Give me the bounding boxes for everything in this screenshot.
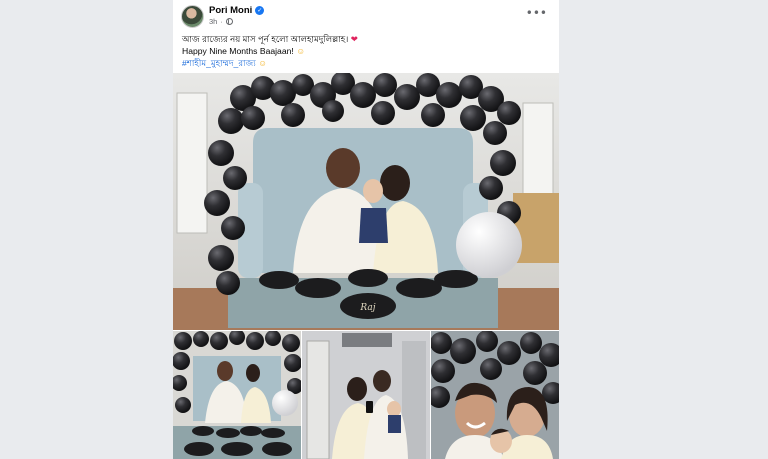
smile-emoji-icon: ☺ (296, 46, 305, 56)
meta-separator: · (220, 17, 223, 26)
post-caption: আজ রাজ্যের নয় মাস পূর্ন হলো আলহামদুলিল্… (182, 33, 552, 69)
caption-line-3: #শাহীম_মুহাম্মদ_রাজ্য ☺ (182, 57, 552, 69)
post-meta: 3h · (209, 17, 233, 26)
heart-emoji-icon: ❤ (350, 34, 358, 44)
hashtag-link[interactable]: #শাহীম_মুহাম্মদ_রাজ্য (182, 58, 258, 68)
more-options-icon[interactable]: ••• (526, 6, 547, 20)
verified-badge-icon: ✓ (255, 6, 265, 15)
avatar[interactable] (181, 5, 204, 28)
caption-line-2: Happy Nine Months Baajaan! ☺ (182, 45, 552, 57)
author-row: Pori Moni ✓ (209, 5, 265, 16)
post-time[interactable]: 3h (209, 17, 217, 26)
cake-lettering: Raj (359, 303, 375, 313)
globe-icon (225, 18, 233, 25)
facebook-post: Pori Moni ✓ 3h · ••• আজ রাজ্যের নয় মাস … (173, 0, 559, 459)
thumbnail-photo-1[interactable] (173, 331, 301, 459)
thumbnail-photo-2[interactable] (302, 331, 430, 459)
caption-text-bangla: আজ রাজ্যের নয় মাস পূর্ন হলো আলহামদুলিল্… (182, 34, 351, 44)
face-emoji-icon: ☺ (258, 58, 267, 68)
thumbnail-photo-3[interactable] (431, 331, 559, 459)
caption-line-1: আজ রাজ্যের নয় মাস পূর্ন হলো আলহামদুলিল্… (182, 33, 552, 45)
caption-text-english: Happy Nine Months Baajaan! (182, 46, 297, 56)
author-name[interactable]: Pori Moni (209, 5, 252, 16)
main-photo[interactable]: Raj (173, 73, 559, 330)
post-header: Pori Moni ✓ 3h · ••• (173, 0, 559, 32)
